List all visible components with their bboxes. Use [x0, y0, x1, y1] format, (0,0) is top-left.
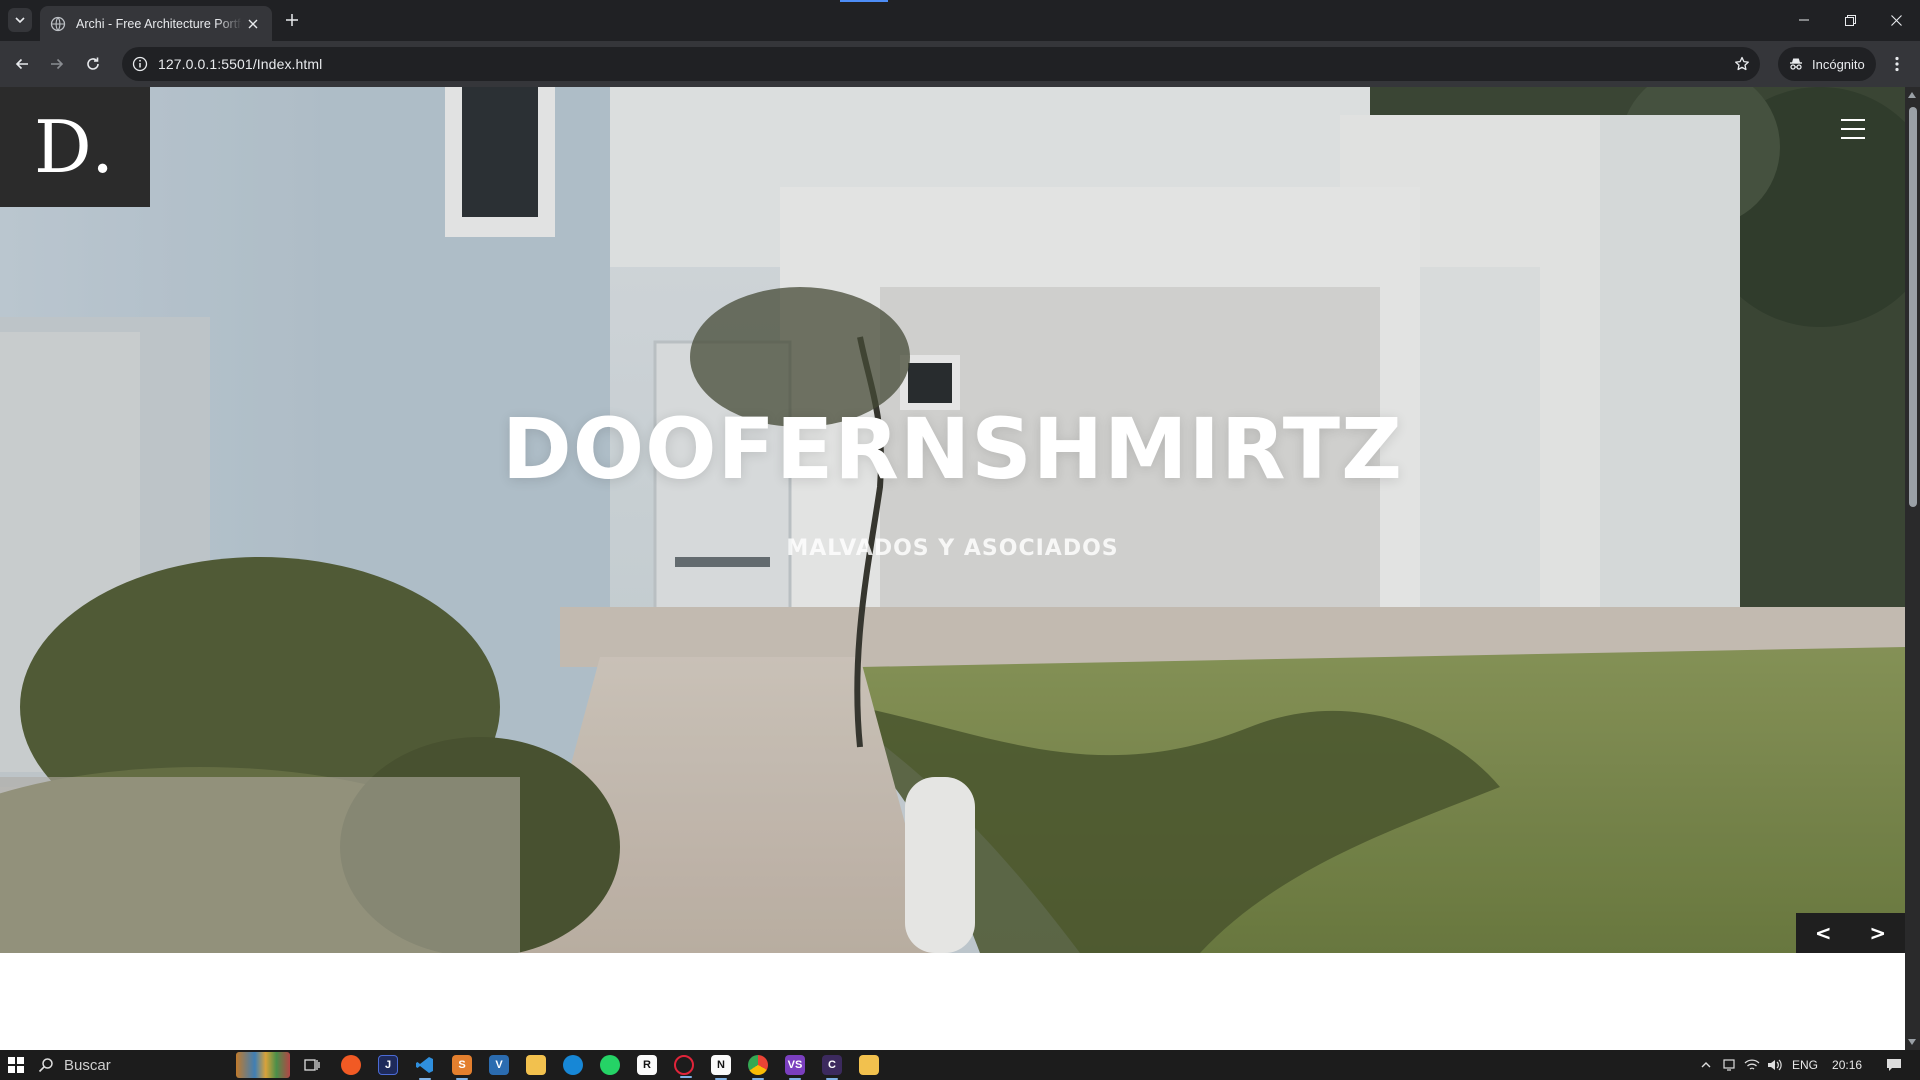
incognito-icon — [1790, 58, 1802, 70]
opera-icon[interactable] — [674, 1055, 694, 1078]
hamburger-icon — [1841, 128, 1865, 130]
logo-text: D. — [33, 105, 117, 189]
slider-next-button[interactable]: > — [1851, 913, 1906, 953]
minimize-button[interactable] — [1781, 0, 1827, 40]
incognito-indicator[interactable]: Incógnito — [1778, 47, 1876, 81]
chevron-up-icon[interactable] — [1700, 1059, 1712, 1071]
clock[interactable]: 20:16 — [1832, 1058, 1862, 1072]
minimize-icon — [1799, 19, 1809, 21]
start-button[interactable] — [8, 1057, 24, 1073]
site-logo[interactable]: D. — [0, 87, 150, 207]
loading-indicator — [840, 0, 888, 2]
rider-icon[interactable]: R — [637, 1055, 657, 1075]
new-tab-button[interactable] — [280, 8, 304, 32]
close-window-button[interactable] — [1873, 0, 1919, 40]
scroll-down-arrow[interactable] — [1908, 1039, 1916, 1045]
scroll-up-arrow[interactable] — [1908, 92, 1916, 98]
arrow-right-icon — [51, 58, 64, 70]
vscode-icon[interactable] — [415, 1055, 435, 1080]
star-icon — [1735, 56, 1749, 71]
visual-studio-icon[interactable]: VS — [785, 1055, 805, 1080]
notification-icon[interactable] — [1886, 1058, 1902, 1072]
tab-search-button[interactable] — [8, 8, 32, 32]
search-highlight-widget[interactable] — [236, 1052, 290, 1078]
edge-icon[interactable] — [563, 1055, 583, 1075]
bookmark-button[interactable] — [1732, 54, 1752, 74]
windows-logo-icon — [8, 1057, 15, 1064]
task-view-icon[interactable] — [302, 1055, 322, 1075]
incognito-label: Incógnito — [1812, 56, 1865, 72]
tab-close-button[interactable] — [244, 15, 262, 33]
chevron-down-icon — [15, 17, 25, 24]
info-icon[interactable] — [132, 56, 148, 72]
hero-overlay — [0, 87, 1905, 953]
back-button[interactable] — [9, 51, 35, 77]
close-icon — [1890, 14, 1902, 26]
close-icon — [248, 19, 258, 28]
plus-icon — [286, 14, 298, 26]
page-viewport: D. DOOFERNSHMIRTZ MALVADOS Y ASOCIADOS <… — [0, 87, 1905, 1050]
hero-subtitle: MALVADOS Y ASOCIADOS — [786, 536, 1119, 561]
url-text[interactable]: 127.0.0.1:5501/Index.html — [158, 56, 322, 72]
sublime-icon[interactable]: S — [452, 1055, 472, 1080]
tab-title: Archi - Free Architecture Portfolio — [76, 16, 242, 31]
reload-button[interactable] — [80, 51, 106, 77]
slider-nav: < > — [1796, 913, 1905, 953]
whatsapp-icon[interactable] — [600, 1055, 620, 1075]
browser-menu-button[interactable] — [1886, 53, 1908, 75]
chrome-icon[interactable] — [748, 1055, 768, 1080]
search-icon — [38, 1058, 53, 1073]
forward-button[interactable] — [44, 51, 70, 77]
terminal-icon[interactable]: C — [822, 1055, 842, 1080]
hero-title: DOOFERNSHMIRTZ — [501, 400, 1404, 498]
hamburger-icon — [1841, 119, 1865, 121]
scrollbar-thumb[interactable] — [1909, 107, 1917, 507]
browser-tabstrip: Archi - Free Architecture Portfolio — [0, 0, 1920, 41]
wifi-icon[interactable] — [1744, 1058, 1760, 1072]
menu-toggle-button[interactable] — [1841, 119, 1865, 139]
arrow-left-icon — [15, 58, 28, 70]
globe-icon — [50, 16, 66, 31]
taskbar-search[interactable]: Buscar — [38, 1053, 233, 1077]
hamburger-icon — [1841, 137, 1865, 139]
windows-taskbar: Buscar J S V R N VS C ENG 20:16 — [0, 1050, 1920, 1080]
more-vertical-icon — [1895, 56, 1899, 72]
jetbrains-icon[interactable]: J — [378, 1055, 398, 1075]
notion-icon[interactable]: N — [711, 1055, 731, 1080]
hero-section: D. DOOFERNSHMIRTZ MALVADOS Y ASOCIADOS <… — [0, 87, 1905, 953]
restore-button[interactable] — [1827, 0, 1873, 40]
brave-icon[interactable] — [341, 1055, 361, 1075]
browser-toolbar: 127.0.0.1:5501/Index.html Incógnito — [0, 41, 1920, 87]
language-indicator[interactable]: ENG — [1792, 1058, 1818, 1072]
restore-icon — [1844, 14, 1856, 26]
system-tray: ENG 20:16 — [1700, 1050, 1902, 1080]
page-scrollbar[interactable] — [1905, 87, 1920, 1050]
browser-tab-active[interactable]: Archi - Free Architecture Portfolio — [40, 6, 272, 41]
volume-icon[interactable] — [1766, 1058, 1782, 1072]
visio-icon[interactable]: V — [489, 1055, 509, 1075]
reload-icon — [87, 57, 99, 70]
file-explorer-icon[interactable] — [526, 1055, 546, 1075]
search-placeholder: Buscar — [64, 1056, 111, 1074]
device-icon[interactable] — [1722, 1058, 1736, 1072]
sticky-notes-icon[interactable] — [859, 1055, 879, 1075]
slider-prev-button[interactable]: < — [1796, 913, 1851, 953]
address-bar[interactable]: 127.0.0.1:5501/Index.html — [122, 47, 1760, 81]
